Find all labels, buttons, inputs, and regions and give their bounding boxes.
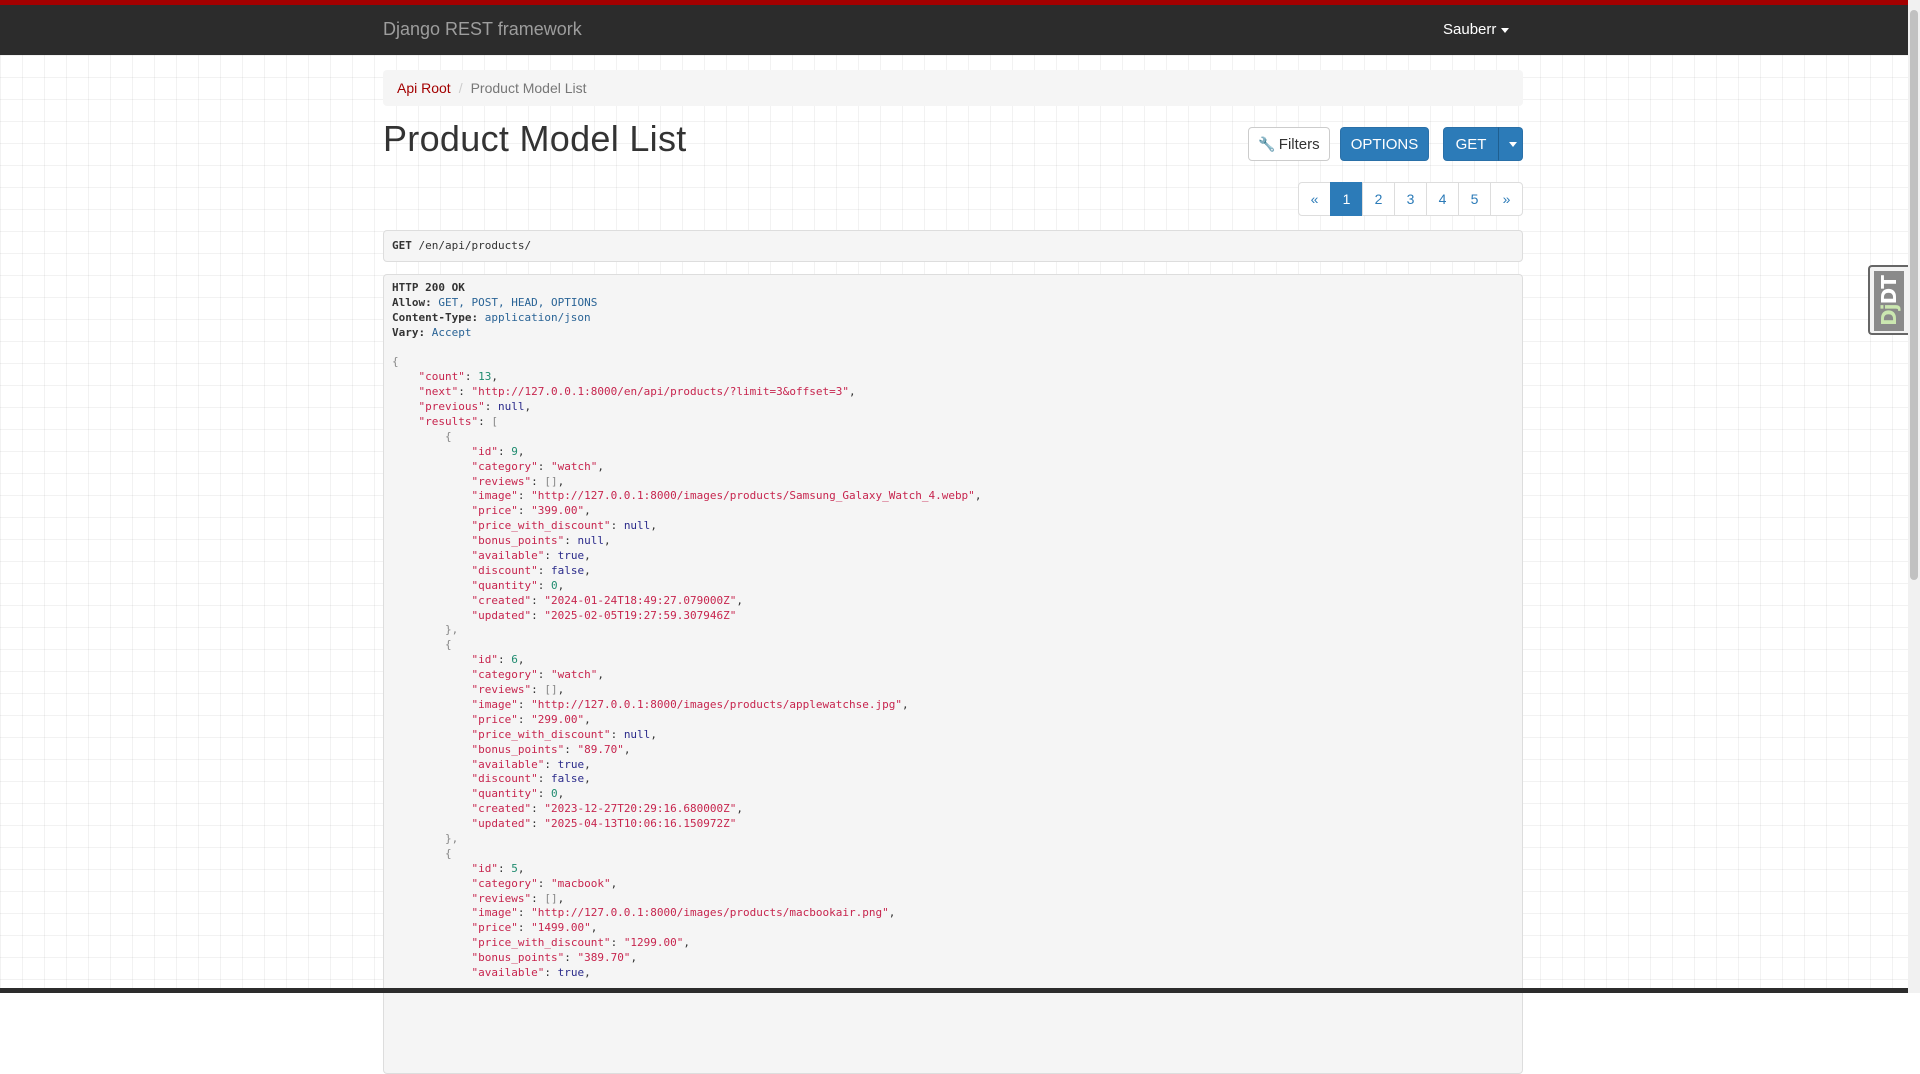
json-field-updated: "updated": "2025-04-13T10:06:16.150972Z" (471, 817, 737, 831)
json-field-available: "available": true, (471, 757, 591, 771)
json-object-open: { (444, 846, 452, 860)
json-field-available: "available": true, (471, 965, 591, 979)
get-button[interactable]: GET (1443, 127, 1499, 161)
json-body: { (392, 355, 399, 369)
json-field-id: "id": 5, (471, 861, 525, 875)
json-field-category: "category": "watch", (471, 668, 604, 682)
json-field-reviews: "reviews": [], (471, 474, 565, 488)
json-field-image[interactable]: "image": "http://127.0.0.1:8000/images/p… (392, 489, 1514, 504)
header-value: GET, POST, HEAD, OPTIONS (438, 295, 598, 309)
caret-down-icon (1509, 141, 1517, 147)
header-key: Content-Type: (392, 310, 479, 324)
json-field-reviews: "reviews": [], (471, 683, 565, 697)
json-field-image[interactable]: "image": "http://127.0.0.1:8000/images/p… (392, 698, 1514, 713)
debug-toolbar-handle[interactable]: DjDT (1868, 265, 1908, 335)
pagination-prev[interactable]: « (1298, 182, 1331, 216)
json-field-discount: "discount": false, (471, 772, 591, 786)
json-object-open: { (444, 429, 452, 443)
json-field-discount: "discount": false, (471, 563, 591, 577)
pagination: « 1 2 3 4 5 » (1298, 182, 1523, 216)
request-method: GET (392, 239, 412, 252)
caret-down-icon (1501, 27, 1510, 33)
json-field-bonus-points: "bonus_points": "89.70", (471, 742, 631, 756)
pagination-page-5[interactable]: 5 (1458, 182, 1491, 216)
scrollbar[interactable] (1908, 0, 1920, 993)
json-field-available: "available": true, (471, 549, 591, 563)
json-field-price-with-discount: "price_with_discount": null, (471, 519, 657, 533)
breadcrumb-separator: / (458, 80, 463, 96)
title-row: Product Model List 🔧 Filters OPTIONS GET (383, 116, 1523, 178)
get-format-dropdown-button[interactable] (1498, 127, 1523, 161)
filters-label: Filters (1278, 135, 1320, 153)
json-object-close: }, (444, 623, 459, 637)
wrench-icon: 🔧 (1258, 135, 1276, 152)
breadcrumb-current: Product Model List (470, 80, 587, 96)
pagination-page-3[interactable]: 3 (1394, 182, 1427, 216)
main-content: Api Root / Product Model List Product Mo… (383, 70, 1523, 1074)
json-field-created: "created": "2024-01-24T18:49:27.079000Z"… (471, 593, 744, 607)
navbar: Django REST framework Sauberr (0, 0, 1908, 55)
request-info: GET /en/api/products/ (383, 230, 1523, 262)
options-button[interactable]: OPTIONS (1340, 127, 1429, 161)
json-field-updated: "updated": "2025-02-05T19:27:59.307946Z" (471, 608, 737, 622)
json-field-bonus-points: "bonus_points": "389.70", (471, 951, 638, 965)
json-field-reviews: "reviews": [], (471, 891, 565, 905)
header-value: application/json (484, 310, 591, 324)
scrollbar-thumb[interactable] (1910, 10, 1918, 580)
djdt-label-dj: Dj (1877, 304, 1901, 326)
navbar-brand[interactable]: Django REST framework (383, 19, 582, 40)
response-status: HTTP 200 OK (392, 281, 465, 294)
response-info: HTTP 200 OK Allow: GET, POST, HEAD, OPTI… (383, 274, 1523, 1074)
json-field-quantity: "quantity": 0, (471, 578, 565, 592)
bottom-edge (0, 988, 1908, 993)
json-count: 13 (478, 370, 492, 384)
json-field-created: "created": "2023-12-27T20:29:16.680000Z"… (471, 802, 744, 816)
json-field-price: "price": "1499.00", (471, 921, 598, 935)
json-field-category: "category": "watch", (471, 459, 604, 473)
header-value: Accept (431, 325, 472, 339)
json-field-price-with-discount: "price_with_discount": null, (471, 727, 657, 741)
json-object-close: }, (444, 831, 459, 845)
json-field-bonus-points: "bonus_points": null, (471, 534, 611, 548)
djdt-label-dt: DT (1877, 276, 1901, 305)
json-field-price: "price": "299.00", (471, 712, 591, 726)
filters-button[interactable]: 🔧 Filters (1248, 127, 1330, 161)
breadcrumb: Api Root / Product Model List (383, 70, 1523, 106)
debug-toolbar-logo: DjDT (1874, 271, 1904, 331)
json-next-link[interactable]: "http://127.0.0.1:8000/en/api/products/?… (472, 385, 850, 398)
json-field-id: "id": 9, (471, 444, 525, 458)
json-field-image[interactable]: "image": "http://127.0.0.1:8000/images/p… (392, 906, 1514, 921)
header-key: Allow: (392, 295, 432, 309)
user-name: Sauberr (1443, 21, 1497, 38)
json-results: { "id": 9, "category": "watch", "reviews… (392, 430, 1514, 981)
pagination-page-1[interactable]: 1 (1330, 182, 1363, 216)
pagination-next[interactable]: » (1490, 182, 1523, 216)
page-title: Product Model List (383, 118, 687, 159)
user-menu[interactable]: Sauberr (1443, 21, 1510, 38)
json-field-price-with-discount: "price_with_discount": "1299.00", (471, 936, 691, 950)
header-key: Vary: (392, 325, 426, 339)
breadcrumb-api-root[interactable]: Api Root (397, 80, 451, 96)
pagination-page-2[interactable]: 2 (1362, 182, 1395, 216)
json-field-price: "price": "399.00", (471, 504, 591, 518)
json-field-quantity: "quantity": 0, (471, 787, 565, 801)
pagination-page-4[interactable]: 4 (1426, 182, 1459, 216)
json-field-id: "id": 6, (471, 653, 525, 667)
json-object-open: { (444, 638, 452, 652)
json-previous: null (497, 400, 525, 414)
request-path: /en/api/products/ (418, 239, 532, 252)
json-field-category: "category": "macbook", (471, 876, 618, 890)
